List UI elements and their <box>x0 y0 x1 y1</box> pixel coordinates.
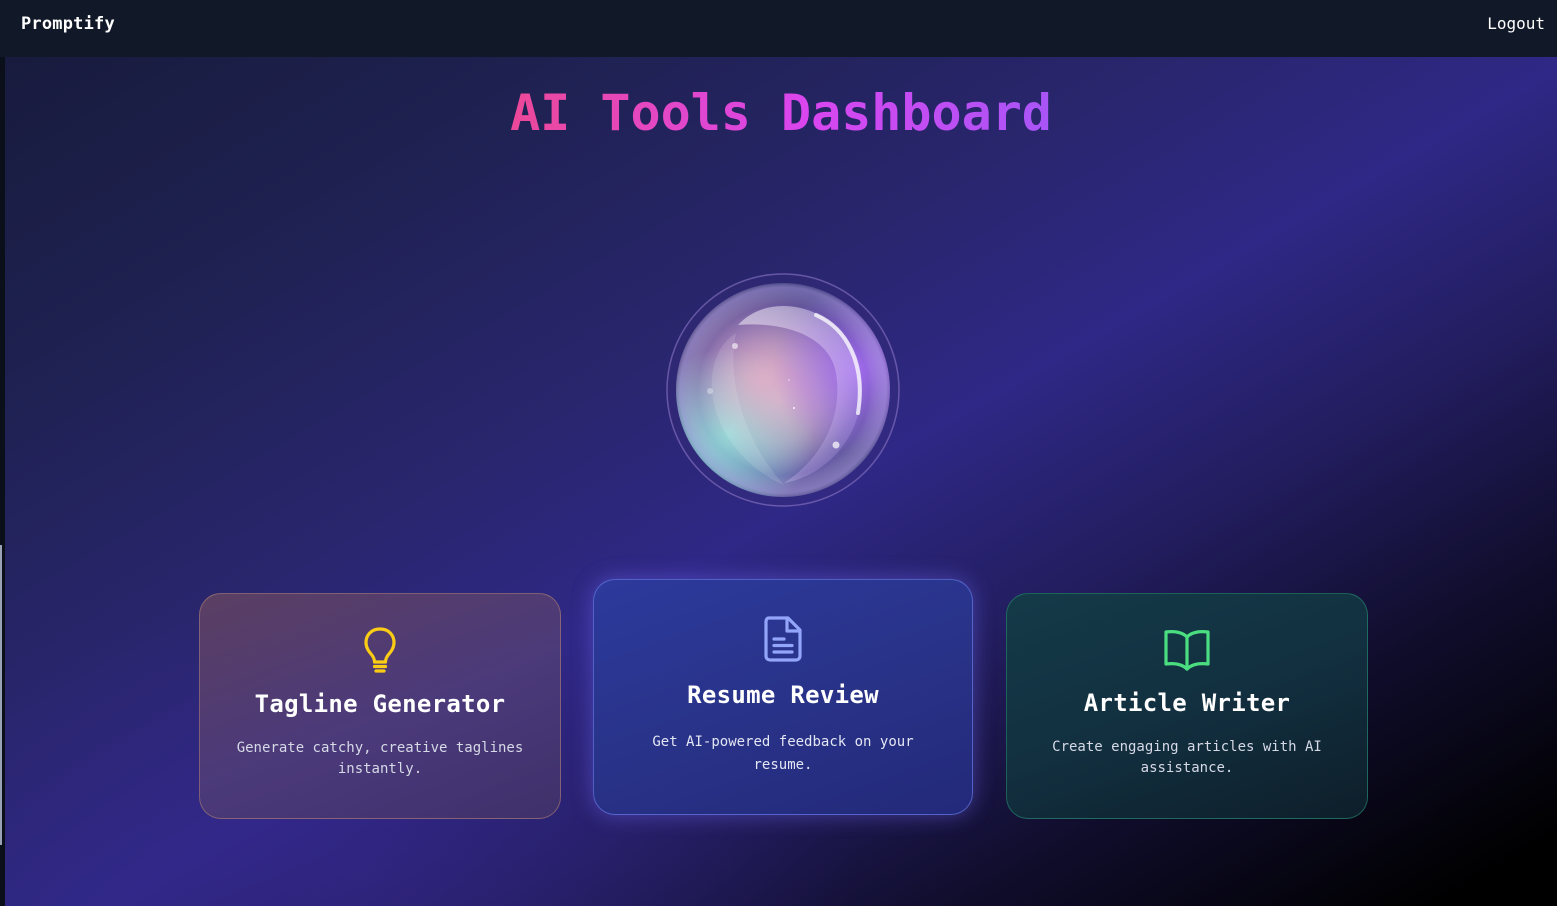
left-window-edge <box>0 57 5 906</box>
card-description: Get AI-powered feedback on your resume. <box>652 734 914 773</box>
card-article-writer[interactable]: Article Writer Create engaging articles … <box>1006 593 1368 819</box>
card-description: Create engaging articles with AI assista… <box>1052 739 1322 776</box>
card-title: Article Writer <box>1083 689 1291 717</box>
page-title-text: AI Tools Dashboard <box>510 84 1052 142</box>
lightbulb-icon <box>364 627 396 673</box>
card-title: Tagline Generator <box>254 690 506 718</box>
card-resume-review[interactable]: Resume Review Get AI-powered feedback on… <box>593 579 973 815</box>
card-description: Generate catchy, creative taglines insta… <box>236 740 524 777</box>
open-book-icon <box>1164 630 1210 671</box>
top-navbar: Promptify Logout <box>0 0 1557 57</box>
page: Promptify Logout AI Tools Dashboard Tagl… <box>0 0 1557 906</box>
card-tagline-generator[interactable]: Tagline Generator Generate catchy, creat… <box>199 593 561 819</box>
brand-logo-text[interactable]: Promptify <box>21 14 115 34</box>
scrollbar-thumb[interactable] <box>0 545 2 845</box>
page-title: AI Tools Dashboard <box>5 84 1557 142</box>
logout-button[interactable]: Logout <box>1487 14 1545 33</box>
dashboard-main: AI Tools Dashboard Tagline Generator Gen… <box>5 57 1557 906</box>
document-icon <box>764 616 802 662</box>
card-title: Resume Review <box>687 681 879 709</box>
orb-graphic <box>666 273 900 507</box>
